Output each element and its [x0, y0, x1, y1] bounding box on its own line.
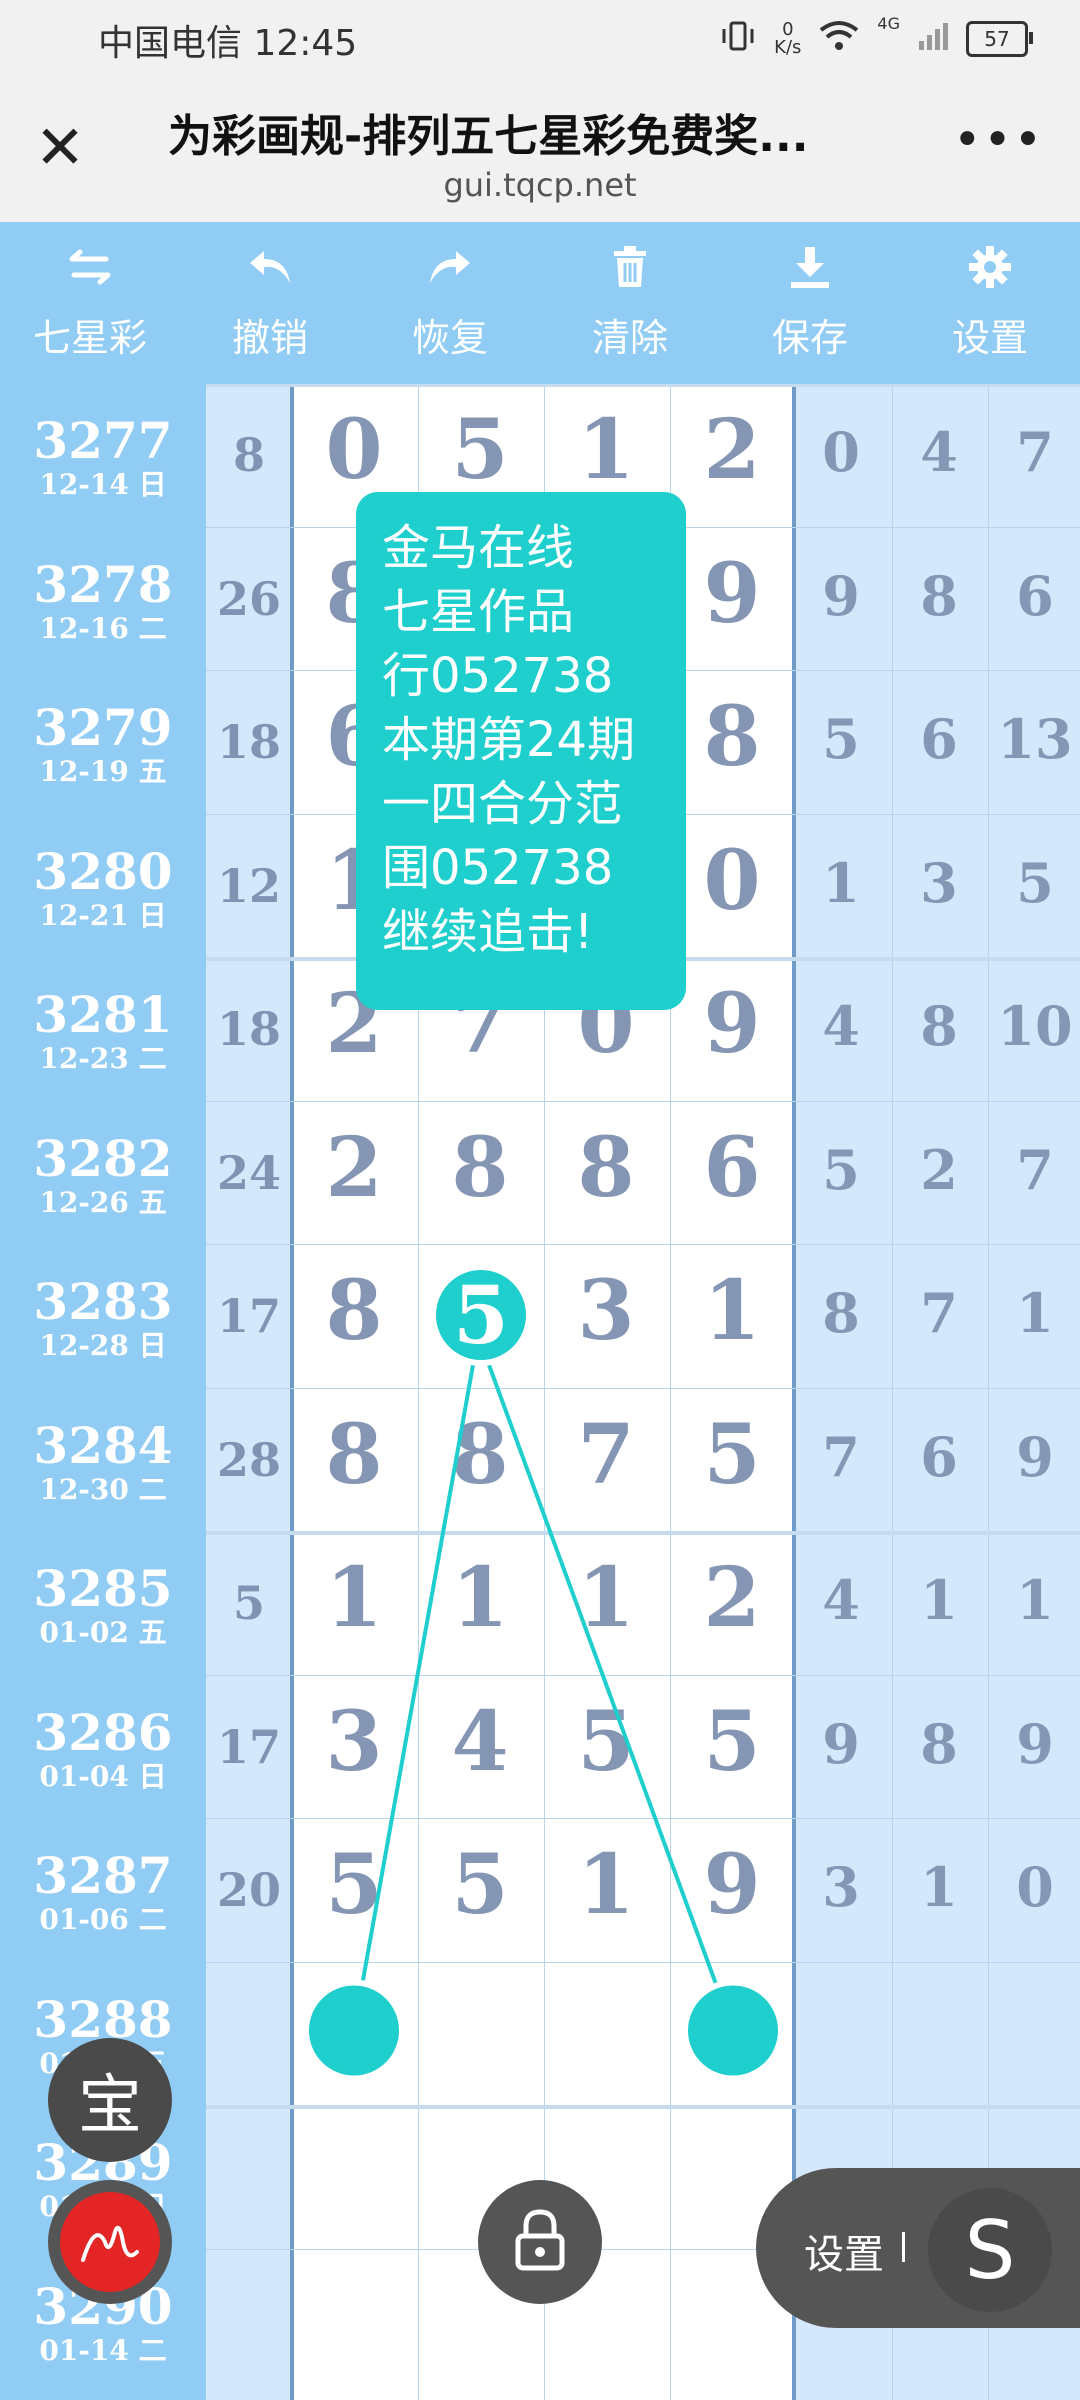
settings-pill-label: 设置 [804, 2232, 884, 2278]
treasure-button[interactable]: 宝 [48, 2038, 172, 2162]
popup-line: 继续追击! [382, 904, 594, 960]
tool-label: 撤销 [231, 315, 308, 360]
page-url: gui.tqcp.net [443, 166, 637, 204]
note-popup[interactable]: 金马在线七星作品行052738 本期第24期 一四合分范围052738 继续追击! [356, 492, 686, 1010]
popup-line: 本期第24期 [382, 712, 636, 768]
swap-icon [66, 245, 114, 301]
status-icons: 0 K/s 4G 57 [720, 14, 1033, 64]
browser-titlebar: ✕ 为彩画规-排列五七星彩免费奖... gui.tqcp.net ••• [0, 78, 1080, 222]
popup-line: 行052738 [382, 648, 614, 704]
redo-button[interactable]: 恢复 [360, 222, 540, 384]
signal-icon [918, 21, 948, 58]
tool-label: 七星彩 [32, 315, 147, 360]
popup-line: 一四合分范 [382, 776, 623, 832]
wifi-icon [819, 20, 859, 59]
tool-label: 设置 [951, 315, 1028, 360]
settings-pill[interactable]: 设置 S [756, 2168, 1080, 2328]
vibrate-icon [720, 20, 756, 59]
highlight-digit: 5 [453, 1268, 509, 1362]
status-bar: 中国电信 12:45 0 K/s 4G 57 [0, 0, 1080, 78]
popup-line: 七星作品 [382, 584, 575, 640]
signature-button[interactable] [48, 2180, 172, 2304]
net-speed: 0 K/s [774, 19, 802, 58]
divider [902, 2232, 905, 2262]
signature-icon [60, 2192, 160, 2292]
settings-button[interactable]: 设置 [900, 222, 1080, 384]
tool-label: 清除 [591, 315, 668, 360]
lottery-switch-button[interactable]: 七星彩 [0, 222, 180, 384]
endpoint-dot [303, 1979, 405, 2082]
clear-button[interactable]: 清除 [540, 222, 720, 384]
toolbar: 七星彩 撤销 恢复 清除 保存 设置 [0, 222, 1080, 384]
tool-label: 保存 [771, 315, 848, 360]
network-type: 4G [877, 14, 900, 33]
gear-icon [968, 245, 1012, 301]
undo-icon [246, 245, 294, 301]
carrier-time: 中国电信 12:45 [98, 23, 358, 64]
tool-label: 恢复 [411, 315, 488, 360]
trend-line [352, 1364, 475, 2031]
endpoint-dot [682, 1979, 784, 2082]
popup-line: 围052738 [382, 840, 614, 896]
undo-button[interactable]: 撤销 [180, 222, 360, 384]
download-icon [788, 245, 832, 301]
lock-button[interactable] [478, 2180, 602, 2304]
page-title: 为彩画规-排列五七星彩免费奖... [168, 111, 809, 162]
lock-icon [512, 2208, 568, 2276]
battery-icon: 57 [966, 21, 1033, 57]
redo-icon [426, 245, 474, 301]
popup-line: 金马在线 [382, 520, 575, 576]
save-button[interactable]: 保存 [720, 222, 900, 384]
more-icon[interactable]: ••• [953, 112, 1044, 168]
trend-line [487, 1364, 735, 2032]
trash-icon [610, 245, 650, 301]
s-button[interactable]: S [928, 2188, 1052, 2312]
